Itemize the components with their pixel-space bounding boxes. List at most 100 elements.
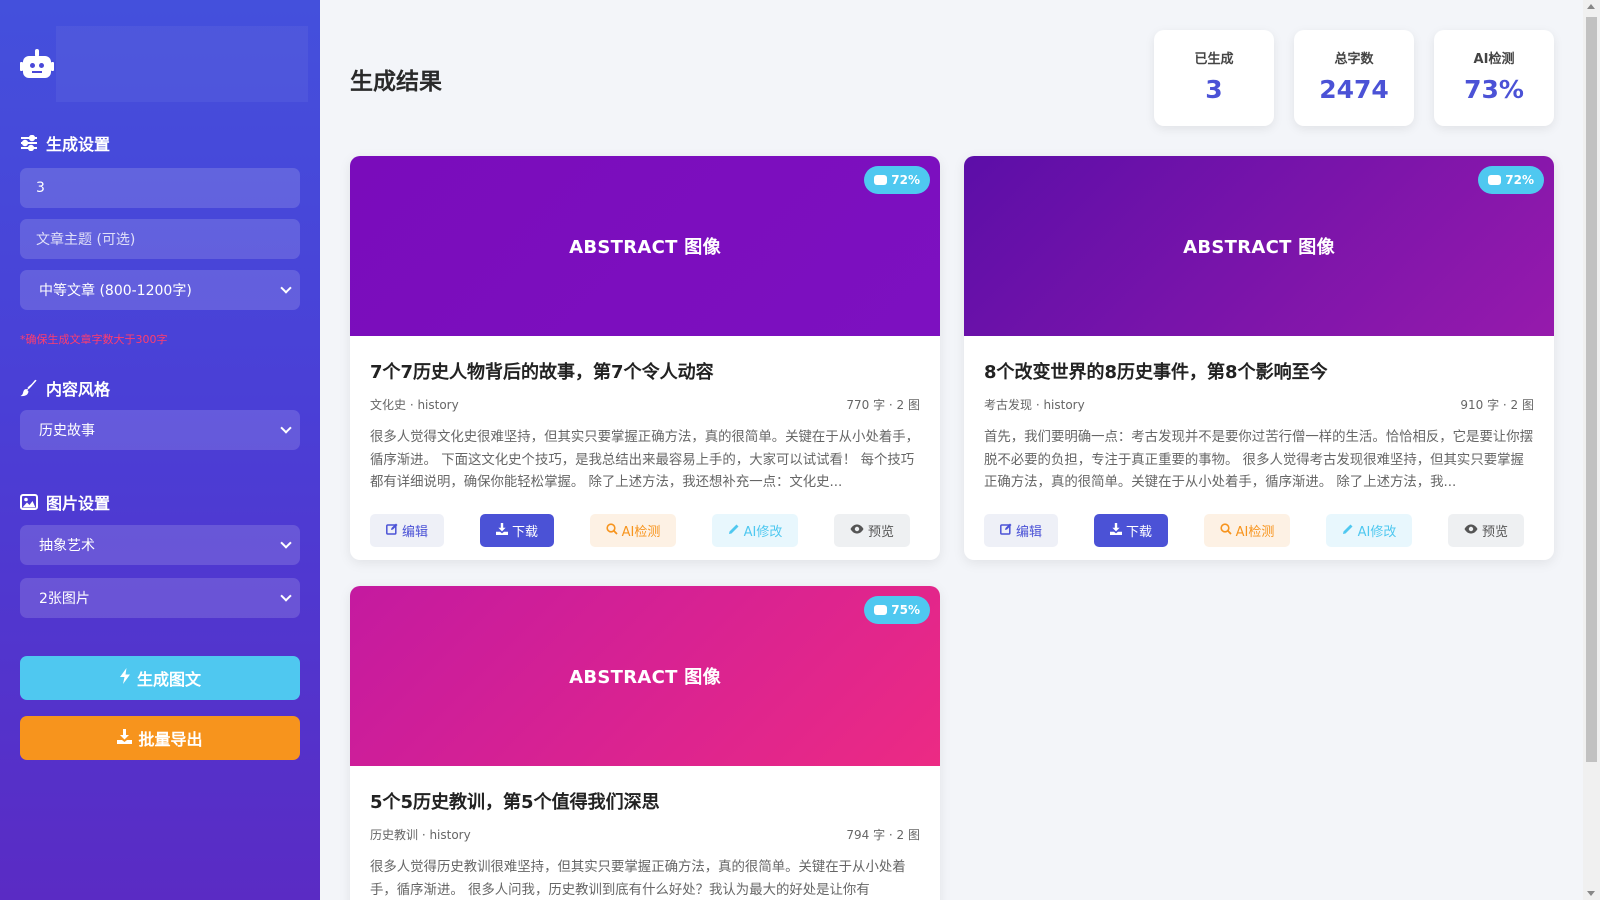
edit-button[interactable]: 编辑 [984,514,1058,547]
chevron-down-icon [280,537,292,549]
article-image[interactable]: ABSTRACT 图像 72% [350,156,940,336]
ai-score-badge: 75% [864,596,930,624]
edit-icon [386,523,398,539]
chevron-down-icon [280,422,292,434]
preview-label: 预览 [867,525,894,540]
image-style-value: 抽象艺术 [39,538,95,554]
robot-icon [874,175,888,185]
edit-label: 编辑 [401,525,428,540]
image-caption: ABSTRACT 图像 [1183,237,1335,258]
ai-fix-label: AI修改 [1357,525,1397,540]
card-actions: 编辑 下载 AI检测 AI修改 预览 [984,514,1534,548]
article-title[interactable]: 5个5历史教训，第5个值得我们深思 [370,788,920,814]
ai-detect-label: AI检测 [1235,525,1275,540]
logo [20,26,308,102]
stat-value: 73% [1464,75,1524,104]
article-meta: 考古发现 · history 910 字 · 2 图 [984,396,1534,413]
image-settings-label: 图片设置 [46,494,111,513]
image-style-select[interactable]: 抽象艺术 [20,525,300,565]
eye-icon [1464,523,1478,538]
stat-value: 2474 [1319,75,1389,104]
content-style-title: 内容风格 [20,376,110,400]
article-image[interactable]: ABSTRACT 图像 75% [350,586,940,766]
download-icon [1109,522,1122,539]
ai-fix-button[interactable]: AI修改 [712,514,798,547]
article-count-input[interactable]: 3 [20,168,300,208]
edit-button[interactable]: 编辑 [370,514,444,547]
article-stats: 770 字 · 2 图 [846,398,920,412]
content-style-select[interactable]: 历史故事 [20,410,300,450]
download-icon [117,728,133,748]
download-button[interactable]: 下载 [1094,514,1168,547]
image-caption: ABSTRACT 图像 [569,237,721,258]
pencil-icon [1342,523,1354,539]
scroll-thumb[interactable] [1586,17,1597,762]
stat-ai-detection: AI检测 73% [1434,30,1554,126]
article-stats: 794 字 · 2 图 [846,828,920,842]
robot-icon [874,605,888,615]
article-excerpt: 很多人觉得文化史很难坚持，但其实只要掌握正确方法，真的很简单。关键在于从小处着手… [370,430,920,490]
search-icon [606,522,618,539]
download-label: 下载 [511,525,538,540]
article-category: 文化史 · history [370,398,459,412]
scrollbar[interactable] [1583,0,1600,900]
word-count-hint: *确保生成文章字数大于300字 [20,333,168,346]
article-card: ABSTRACT 图像 72% 8个改变世界的8历史事件，第8个影响至今 考古发… [964,156,1554,560]
brush-icon [20,379,38,397]
generation-settings-title: 生成设置 [20,131,110,155]
content-style-value: 历史故事 [39,423,95,439]
ai-detect-label: AI检测 [621,525,661,540]
article-category: 考古发现 · history [984,398,1085,412]
article-excerpt: 首先，我们要明确一点：考古发现并不是要你过苦行僧一样的生活。恰恰相反，它是要让你… [984,430,1534,490]
article-card: ABSTRACT 图像 72% 7个7历史人物背后的故事，第7个令人动容 文化史… [350,156,940,560]
scroll-down-arrow-icon[interactable] [1587,891,1595,896]
article-stats: 910 字 · 2 图 [1460,398,1534,412]
stat-label: 已生成 [1194,52,1234,67]
topic-placeholder: 文章主题 (可选) [36,232,136,248]
image-settings-title: 图片设置 [20,490,110,514]
batch-export-button[interactable]: 批量导出 [20,716,300,760]
preview-button[interactable]: 预览 [1448,514,1524,547]
article-length-select[interactable]: 中等文章 (800-1200字) [20,270,300,310]
article-excerpt: 很多人觉得历史教训很难坚持，但其实只要掌握正确方法，真的很简单。关键在于从小处着… [370,860,906,898]
scroll-up-arrow-icon[interactable] [1587,4,1595,9]
ai-score-value: 75% [891,603,920,617]
sidebar: 生成设置 3 文章主题 (可选) 中等文章 (800-1200字) *确保生成文… [0,0,320,900]
generation-settings-label: 生成设置 [46,135,111,154]
sliders-icon [20,134,38,152]
logo-area [56,26,308,102]
bolt-icon [119,668,131,688]
stat-label: 总字数 [1334,52,1374,67]
stat-value: 3 [1205,75,1223,104]
robot-icon [20,49,54,79]
content-style-label: 内容风格 [46,380,111,399]
stat-label: AI检测 [1473,52,1515,67]
generate-button[interactable]: 生成图文 [20,656,300,700]
pencil-icon [728,523,740,539]
article-meta: 历史教训 · history 794 字 · 2 图 [370,826,920,843]
ai-score-badge: 72% [864,166,930,194]
ai-detect-button[interactable]: AI检测 [590,514,676,547]
ai-score-value: 72% [1505,173,1534,187]
ai-detect-button[interactable]: AI检测 [1204,514,1290,547]
article-image[interactable]: ABSTRACT 图像 72% [964,156,1554,336]
article-title[interactable]: 8个改变世界的8历史事件，第8个影响至今 [984,358,1534,384]
article-category: 历史教训 · history [370,828,471,842]
image-count-value: 2张图片 [39,591,90,607]
robot-icon [1488,175,1502,185]
edit-label: 编辑 [1015,525,1042,540]
article-title[interactable]: 7个7历史人物背后的故事，第7个令人动容 [370,358,920,384]
ai-fix-button[interactable]: AI修改 [1326,514,1412,547]
image-caption: ABSTRACT 图像 [569,667,721,688]
stat-generated: 已生成 3 [1154,30,1274,126]
image-icon [20,493,38,511]
download-button[interactable]: 下载 [480,514,554,547]
batch-export-label: 批量导出 [138,730,203,749]
chevron-down-icon [280,590,292,602]
topic-input[interactable]: 文章主题 (可选) [20,219,300,259]
preview-label: 预览 [1481,525,1508,540]
preview-button[interactable]: 预览 [834,514,910,547]
image-count-select[interactable]: 2张图片 [20,578,300,618]
article-meta: 文化史 · history 770 字 · 2 图 [370,396,920,413]
page-title: 生成结果 [350,69,442,95]
